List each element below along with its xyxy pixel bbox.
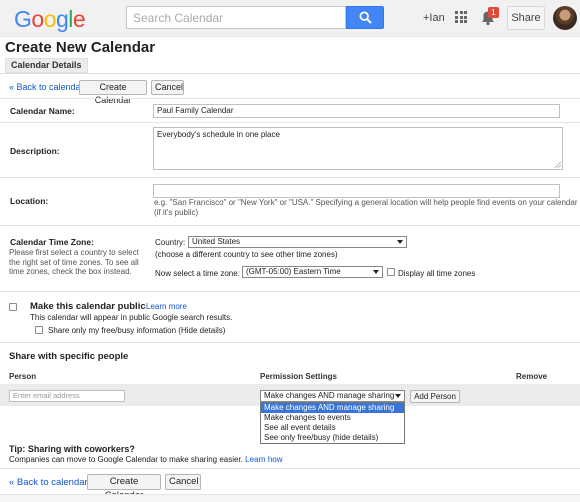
- public-hint: This calendar will appear in public Goog…: [30, 313, 233, 322]
- time-zone-value: (GMT-05:00) Eastern Time: [246, 267, 341, 276]
- permission-option[interactable]: Make changes AND manage sharing: [261, 403, 404, 413]
- back-to-calendar-link-bottom[interactable]: « Back to calendar: [9, 477, 88, 488]
- logo-letter: g: [55, 6, 69, 32]
- time-zone-select[interactable]: (GMT-05:00) Eastern Time: [242, 266, 383, 278]
- logo-letter: o: [31, 6, 44, 32]
- country-hint: (choose a different country to see other…: [155, 250, 338, 259]
- logo-letter: e: [72, 6, 86, 32]
- permission-option[interactable]: See all event details: [261, 423, 404, 433]
- top-bar: Google +Ian 1 Share: [0, 0, 580, 37]
- location-hint: e.g. "San Francisco" or "New York" or "U…: [154, 198, 578, 217]
- divider: [0, 225, 580, 226]
- search-box[interactable]: [126, 6, 346, 29]
- add-person-button[interactable]: Add Person: [410, 390, 460, 403]
- tip-title: Tip: Sharing with coworkers?: [9, 444, 135, 454]
- divider: [0, 98, 580, 99]
- search-input[interactable]: [127, 7, 345, 28]
- email-placeholder: Enter email address: [13, 391, 80, 400]
- google-logo[interactable]: Google: [14, 6, 86, 33]
- email-address-field[interactable]: Enter email address: [9, 390, 125, 402]
- create-calendar-button[interactable]: Create Calendar: [79, 80, 147, 105]
- divider: [0, 73, 580, 74]
- tab-calendar-details[interactable]: Calendar Details: [5, 58, 88, 73]
- notification-count-badge: 1: [488, 7, 499, 18]
- chevron-down-icon: [373, 270, 379, 274]
- learn-more-link[interactable]: Learn more: [146, 302, 187, 311]
- description-textarea[interactable]: Everybody's schedule in one place: [153, 127, 563, 170]
- make-public-checkbox[interactable]: [9, 303, 17, 311]
- logo-letter: G: [14, 6, 32, 32]
- tip-text: Companies can move to Google Calendar to…: [9, 455, 243, 464]
- location-field[interactable]: [153, 184, 560, 198]
- column-header-permission: Permission Settings: [260, 372, 337, 381]
- country-select[interactable]: United States: [188, 236, 407, 248]
- user-avatar[interactable]: [553, 6, 577, 30]
- make-public-label: Make this calendar public: [30, 301, 146, 312]
- time-zone-help: Please first select a country to select …: [9, 248, 139, 276]
- description-text: Everybody's schedule in one place: [157, 130, 280, 139]
- divider: [0, 291, 580, 292]
- learn-how-link[interactable]: Learn how: [245, 455, 282, 464]
- permission-selected-value: Make changes AND manage sharing: [264, 391, 395, 400]
- search-icon: [359, 11, 372, 24]
- calendar-name-field[interactable]: Paul Family Calendar: [153, 104, 560, 118]
- permission-select[interactable]: Make changes AND manage sharing: [260, 390, 405, 402]
- footer-bar: [0, 494, 580, 502]
- display-all-time-zones-checkbox[interactable]: [387, 268, 395, 276]
- display-all-time-zones-label: Display all time zones: [398, 269, 476, 278]
- country-label: Country:: [155, 238, 186, 247]
- column-header-remove: Remove: [516, 372, 548, 381]
- calendar-name-label: Calendar Name:: [10, 106, 75, 116]
- back-to-calendar-link[interactable]: « Back to calendar: [9, 82, 84, 92]
- apps-grid-icon[interactable]: [455, 11, 467, 23]
- page-title: Create New Calendar: [5, 39, 156, 56]
- create-calendar-button-bottom[interactable]: Create Calendar: [87, 474, 161, 501]
- user-profile-link[interactable]: +Ian: [423, 12, 445, 24]
- share-free-busy-label: Share only my free/busy information (Hid…: [48, 326, 226, 335]
- logo-letter: o: [43, 6, 57, 32]
- cancel-button-bottom[interactable]: Cancel: [165, 474, 201, 490]
- column-header-person: Person: [9, 372, 37, 381]
- time-zone-label: Calendar Time Zone:: [10, 237, 94, 247]
- resize-handle-icon[interactable]: [555, 162, 561, 168]
- permission-option[interactable]: Make changes to events: [261, 413, 404, 423]
- cancel-button[interactable]: Cancel: [151, 80, 184, 95]
- share-section-title: Share with specific people: [9, 351, 129, 362]
- divider: [0, 468, 580, 469]
- permission-dropdown-menu: Make changes AND manage sharing Make cha…: [260, 402, 405, 444]
- time-zone-select-label: Now select a time zone:: [155, 269, 240, 278]
- tip-text-row: Companies can move to Google Calendar to…: [9, 455, 283, 464]
- share-button[interactable]: Share: [507, 6, 545, 30]
- country-value: United States: [192, 237, 241, 246]
- search-button[interactable]: [346, 6, 384, 29]
- share-free-busy-checkbox[interactable]: [35, 326, 43, 334]
- permission-option[interactable]: See only free/busy (hide details): [261, 433, 404, 443]
- chevron-down-icon: [395, 394, 401, 398]
- divider: [0, 342, 580, 343]
- divider: [0, 122, 580, 123]
- description-label: Description:: [10, 146, 60, 156]
- location-label: Location:: [10, 196, 49, 206]
- divider: [0, 177, 580, 178]
- chevron-down-icon: [397, 240, 403, 244]
